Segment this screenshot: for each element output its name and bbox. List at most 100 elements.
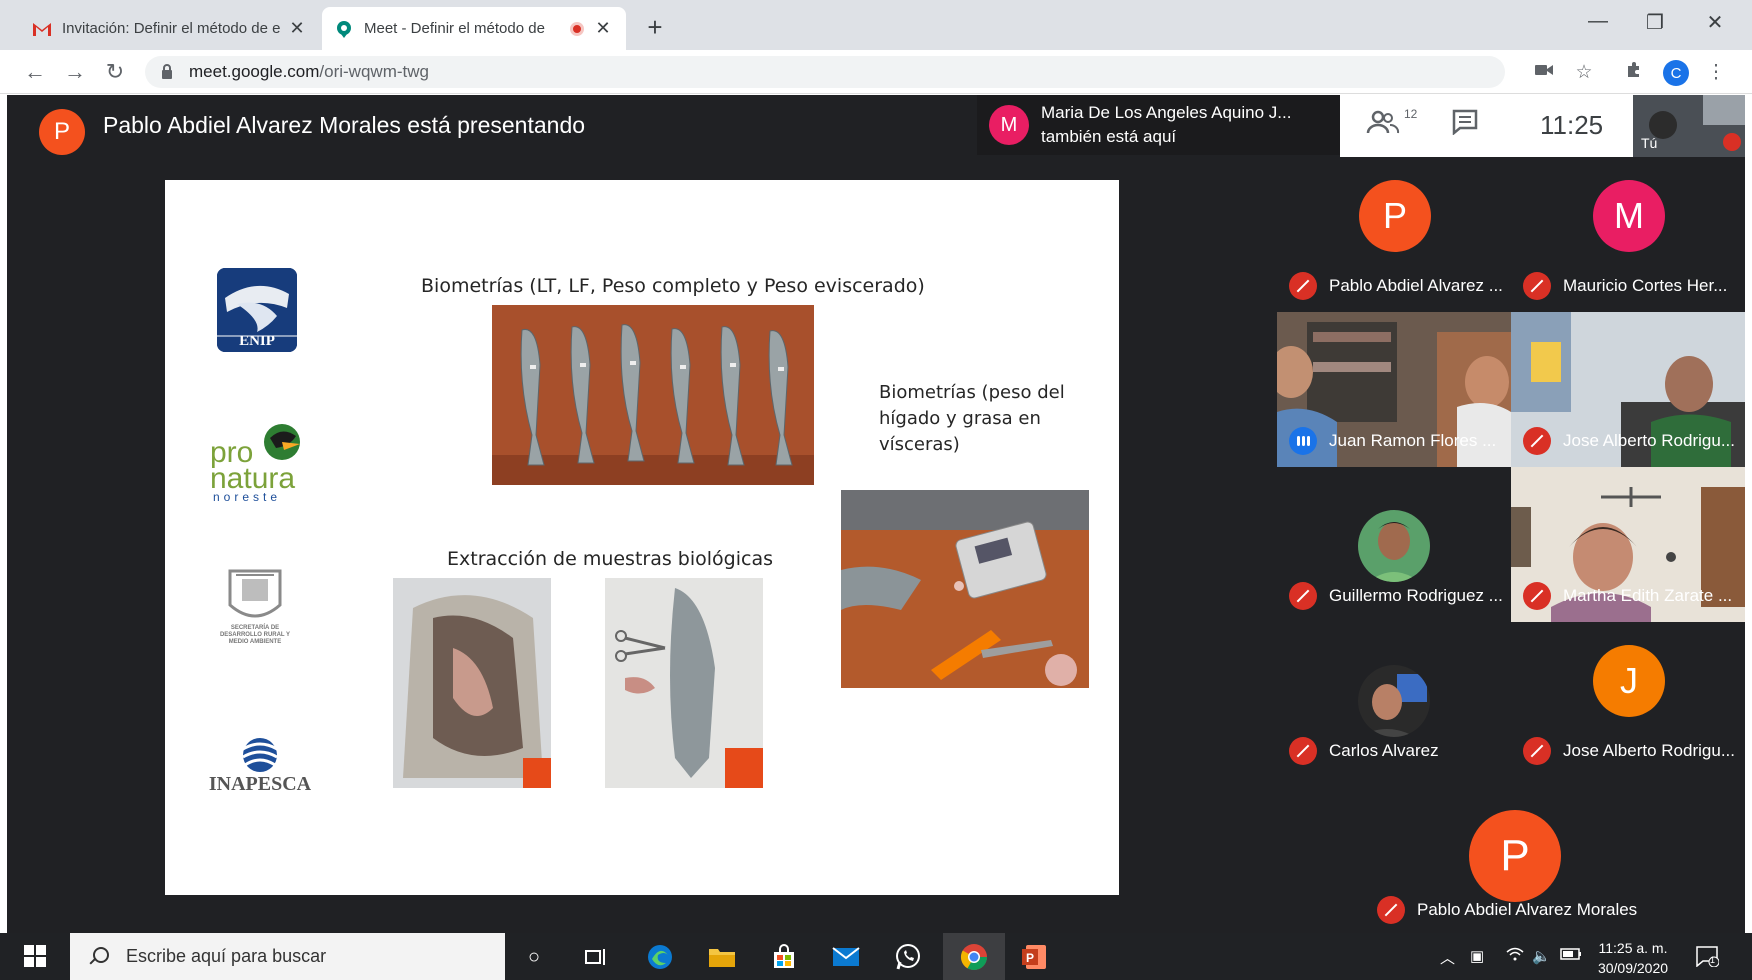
close-window-icon[interactable]: ✕ [1695,10,1735,35]
participant-tile[interactable]: P Pablo Abdiel Alvarez ... [1277,157,1511,312]
wifi-icon[interactable] [1506,947,1524,965]
back-icon[interactable]: ← [20,59,50,85]
participant-tile[interactable]: Juan Ramon Flores ... [1277,312,1511,467]
minimize-icon[interactable]: — [1578,10,1618,33]
new-tab-button[interactable]: + [640,12,670,43]
battery-icon[interactable] [1560,947,1582,964]
extraccion-heading: Extracción de muestras biológicas [447,548,773,570]
bookmark-star-icon[interactable]: ☆ [1570,61,1598,84]
participant-avatar: P [1469,810,1561,902]
search-placeholder: Escribe aquí para buscar [126,946,327,966]
participant-avatar: M [1593,180,1665,252]
dissection-photo-2 [605,578,763,788]
participant-name: Martha Edith Zarate ... [1563,586,1733,605]
dissection-photo-1 [393,578,551,788]
participant-name: Mauricio Cortes Her... [1563,276,1728,295]
biometrias-paragraph-line2: hígado y grasa en [879,408,1041,429]
chat-icon[interactable] [1452,109,1478,142]
windows-start-icon[interactable] [24,945,46,967]
browser-toolbar: ← → ↻ meet.google.com/ori-wqwm-twg ☆ ⋮ [0,50,1752,94]
tab-title: Invitación: Definir el método de e [62,20,281,37]
powerpoint-icon[interactable]: P [1018,941,1050,973]
biometrias-heading: Biometrías (LT, LF, Peso completo y Peso… [421,275,925,297]
edge-icon[interactable] [644,941,676,973]
mic-off-icon [1523,737,1551,765]
meet-icon [334,19,354,39]
cortana-icon[interactable]: ○ [518,941,550,973]
mic-off-icon [1723,133,1741,151]
tab-title: Meet - Definir el método de [364,20,545,37]
tab-meet[interactable]: Meet - Definir el método de ✕ [322,7,626,50]
participant-tile[interactable]: Carlos Alvarez [1277,622,1511,777]
participant-name: Pablo Abdiel Alvarez ... [1329,276,1503,295]
mic-off-icon [1289,582,1317,610]
participant-photo [1358,665,1430,737]
recording-icon [570,21,584,36]
reload-icon[interactable]: ↻ [100,59,130,85]
pronatura-natura: natura [210,462,296,495]
self-view-tile[interactable]: Tú [1633,95,1745,157]
gmail-icon [32,19,52,39]
forward-icon[interactable]: → [60,59,90,85]
close-tab-icon[interactable]: ✕ [286,18,308,39]
join-notice: M Maria De Los Angeles Aquino J... tambi… [977,95,1347,155]
presenter-text: Pablo Abdiel Alvarez Morales está presen… [103,112,586,138]
task-view-icon[interactable] [580,941,612,973]
tray-chevron-icon[interactable]: ︿ [1440,947,1455,968]
participant-name: Jose Alberto Rodrigu... [1563,431,1735,450]
speaking-indicator-icon [1289,427,1317,455]
participant-tile[interactable]: J Jose Alberto Rodrigu... [1511,622,1745,777]
participant-tile[interactable]: M Mauricio Cortes Her... [1511,157,1745,312]
taskbar-date: 30/09/2020 [1597,960,1669,976]
mic-off-icon [1523,272,1551,300]
inapesca-text: INAPESCA [208,773,312,795]
close-tab-icon[interactable]: ✕ [592,18,614,39]
menu-icon[interactable]: ⋮ [1702,61,1730,84]
participant-name: Jose Alberto Rodrigu... [1563,741,1735,760]
restore-icon[interactable]: ❐ [1635,10,1675,35]
windows-taskbar: Escribe aquí para buscar ○ P ︿ ▣ 🔈 11:25… [0,933,1752,980]
notification-count: 1 [1710,955,1716,965]
taskbar-clock[interactable]: 11:25 a. m. 30/09/2020 [1588,938,1678,978]
camera-icon[interactable] [1530,61,1558,83]
chrome-icon[interactable] [943,933,1005,980]
participant-tile[interactable]: P Pablo Abdiel Alvarez Morales [1365,780,1669,933]
meet-call: P Pablo Abdiel Alvarez Morales está pres… [7,95,1745,933]
extensions-icon[interactable] [1620,61,1648,85]
file-explorer-icon[interactable] [706,941,738,973]
tab-gmail-invitation[interactable]: Invitación: Definir el método de e ✕ [20,7,320,50]
notification-center-icon[interactable]: 1 [1695,945,1720,971]
enip-logo-text: ENIP [239,333,275,349]
biometrias-paragraph-line1: Biometrías (peso del [879,382,1065,403]
address-bar[interactable]: meet.google.com/ori-wqwm-twg [145,56,1505,88]
meet-top-controls: 12 11:25 [1340,95,1633,157]
participant-tile[interactable]: Jose Alberto Rodrigu... [1511,312,1745,467]
taskbar-search[interactable]: Escribe aquí para buscar [70,933,505,980]
meeting-clock: 11:25 [1540,110,1604,140]
svg-text:P: P [1026,951,1034,965]
volume-icon[interactable]: 🔈 [1532,947,1551,965]
profile-avatar[interactable]: C [1663,60,1689,86]
participant-name: Carlos Alvarez [1329,741,1439,760]
biometrias-paragraph-line3: vísceras) [879,434,960,455]
pronatura-logo: pro natura noreste [210,420,310,504]
pronatura-noreste: noreste [213,490,282,504]
mic-off-icon [1523,427,1551,455]
participant-tile[interactable]: Martha Edith Zarate ... [1511,467,1745,622]
participant-name: Pablo Abdiel Alvarez Morales [1417,900,1638,919]
secretaria-logo: SECRETARÍA DE DESARROLLO RURAL Y MEDIO A… [210,565,300,650]
mic-off-icon [1377,896,1405,924]
url-host: meet.google.com [189,62,320,81]
presenter-avatar: P [39,109,85,155]
tray-app-icon[interactable]: ▣ [1470,947,1484,965]
whatsapp-icon[interactable] [892,941,924,973]
mail-icon[interactable] [830,941,862,973]
participant-avatar: P [1359,180,1431,252]
store-icon[interactable] [768,941,800,973]
browser-tab-strip: Invitación: Definir el método de e ✕ Mee… [0,0,1752,50]
self-label: Tú [1641,135,1658,151]
presentation-stage: ENIP pro natura noreste SECRETARÍA DE DE… [7,180,1277,933]
participant-tile[interactable]: Guillermo Rodriguez ... [1277,467,1511,622]
people-icon[interactable] [1366,109,1400,142]
notice-name: Maria De Los Angeles Aquino J... [1041,103,1292,122]
